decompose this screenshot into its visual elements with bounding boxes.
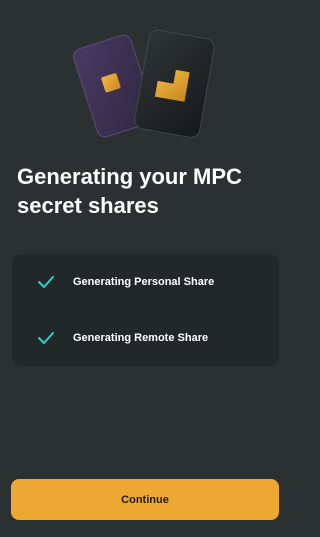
status-item-personal-share: Generating Personal Share [12,268,279,296]
check-icon [37,331,55,345]
status-item-label: Generating Personal Share [73,276,215,288]
page-title-line-2: secret shares [17,193,159,218]
page-title: Generating your MPC secret shares [17,162,277,220]
check-icon [37,275,55,289]
status-item-remote-share: Generating Remote Share [12,324,279,352]
continue-button[interactable]: Continue [11,479,279,520]
page-title-line-1: Generating your MPC [17,164,242,189]
hero-illustration [70,22,220,150]
status-item-label: Generating Remote Share [73,332,209,344]
generation-status-card: Generating Personal Share Generating Rem… [12,254,279,366]
secret-share-cards-icon [72,29,215,138]
